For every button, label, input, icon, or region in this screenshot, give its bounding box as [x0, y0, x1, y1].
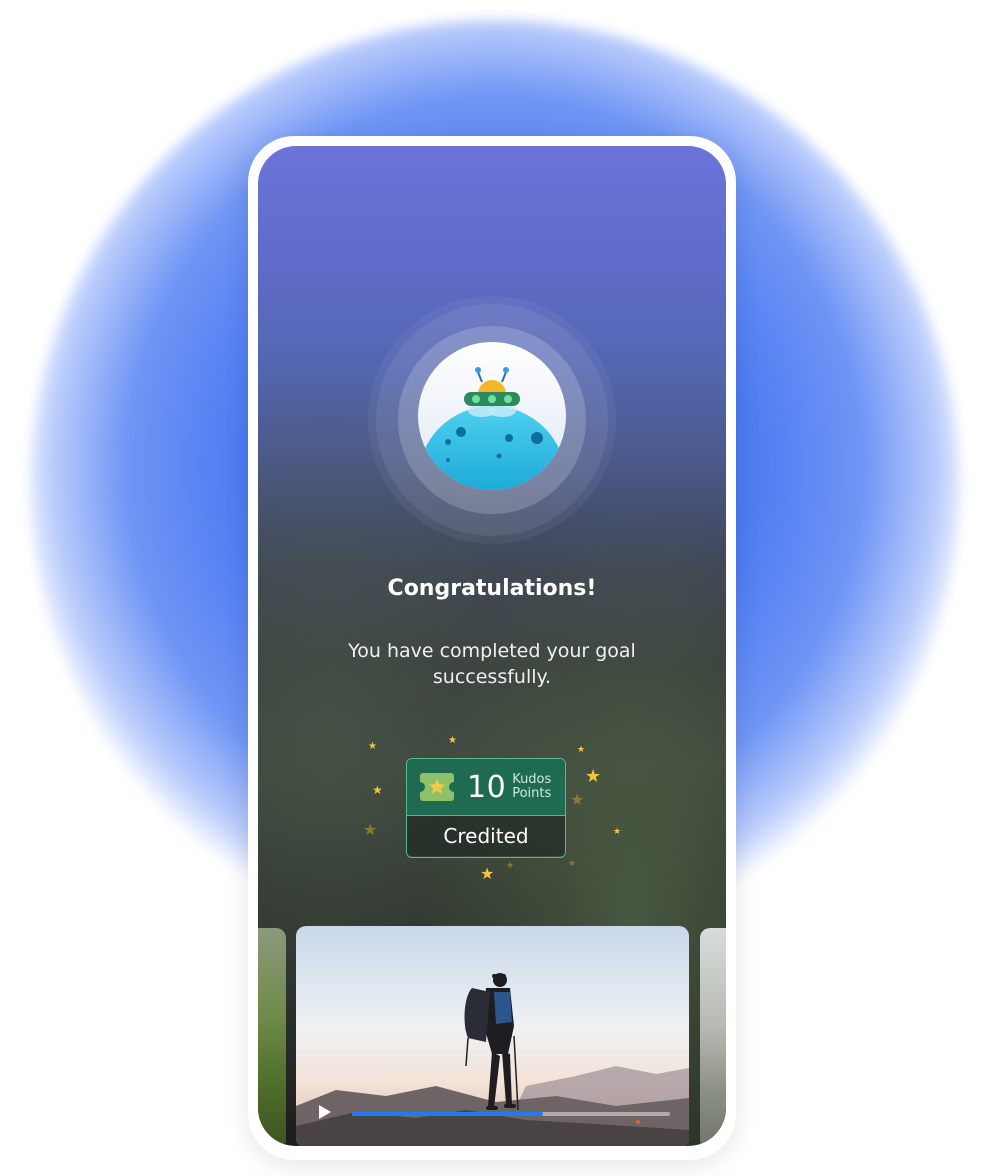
app-screen: Congratulations! You have completed your…: [258, 146, 726, 1146]
star-icon: ★: [372, 783, 383, 797]
kudos-reward-card: 10 Kudos Points Credited: [406, 758, 566, 858]
goal-completed-message: You have completed your goal successfull…: [348, 640, 636, 688]
star-icon: ★: [506, 861, 515, 871]
video-card-current[interactable]: [296, 926, 689, 1146]
star-icon: ★: [613, 827, 622, 837]
star-icon: ★: [363, 820, 378, 839]
star-icon: ★: [368, 741, 377, 752]
video-card-previous[interactable]: [258, 928, 286, 1146]
star-icon: ★: [480, 864, 495, 883]
video-progress-fill: [352, 1112, 543, 1116]
star-icon: ★: [585, 766, 602, 787]
video-card-next[interactable]: [700, 928, 726, 1146]
video-carousel[interactable]: [258, 926, 726, 1146]
star-icon: ★: [568, 859, 577, 869]
next-card-play-icon[interactable]: ▶: [719, 1134, 726, 1146]
reward-status: Credited: [407, 816, 565, 856]
reward-points-unit: Kudos Points: [512, 773, 551, 801]
ticket-star-icon: [419, 771, 455, 803]
reward-unit-line2: Points: [512, 786, 552, 801]
phone-frame: Congratulations! You have completed your…: [248, 136, 736, 1160]
star-icon: ★: [570, 790, 585, 809]
reward-points-row: 10 Kudos Points: [407, 759, 565, 816]
achievement-badge-icon: [418, 342, 566, 490]
reward-points-value: 10: [467, 769, 507, 805]
video-progress-bar[interactable]: [352, 1112, 670, 1116]
star-icon: ★: [448, 735, 457, 746]
star-icon: ★: [577, 745, 586, 755]
reward-unit-line1: Kudos: [512, 772, 552, 787]
congratulations-title: Congratulations!: [387, 576, 597, 601]
play-icon[interactable]: [314, 1102, 334, 1122]
